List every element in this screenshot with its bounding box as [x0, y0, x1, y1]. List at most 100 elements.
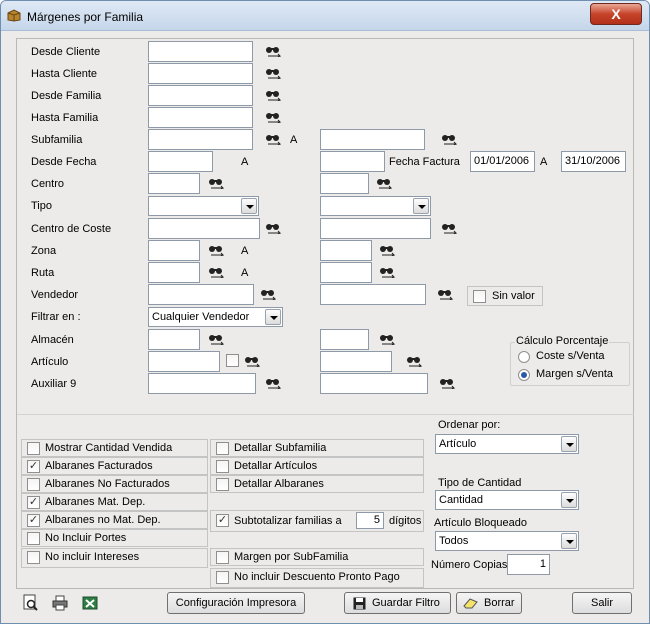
desde-auxiliar9-input[interactable] — [148, 373, 256, 394]
hasta-vendedor-input[interactable] — [320, 284, 426, 305]
binoculars-icon[interactable] — [441, 222, 459, 234]
option-checkbox[interactable] — [216, 442, 229, 455]
fecha-factura-hasta-input[interactable]: 31/10/2006 — [561, 151, 626, 172]
tipo-cantidad-select[interactable]: Cantidad — [435, 490, 579, 510]
option-checkbox[interactable] — [216, 571, 229, 584]
chevron-down-icon[interactable] — [561, 436, 577, 452]
option-row[interactable]: Margen por SubFamilia — [210, 548, 424, 566]
binoculars-icon[interactable] — [208, 333, 226, 345]
binoculars-icon[interactable] — [260, 288, 278, 300]
binoculars-icon[interactable] — [208, 266, 226, 278]
binoculars-icon[interactable] — [379, 244, 397, 256]
hasta-centro-input[interactable] — [320, 173, 369, 194]
desde-tipo-select[interactable] — [148, 196, 259, 216]
binoculars-icon[interactable] — [265, 89, 283, 101]
binoculars-icon[interactable] — [244, 355, 262, 367]
hasta-tipo-select[interactable] — [320, 196, 431, 216]
binoculars-icon[interactable] — [265, 45, 283, 57]
salir-button[interactable]: Salir — [572, 592, 632, 614]
option-row[interactable]: No incluir Descuento Pronto Pago — [210, 568, 424, 588]
option-row[interactable]: Mostrar Cantidad Vendida — [21, 439, 208, 457]
desde-centro-input[interactable] — [148, 173, 200, 194]
chevron-down-icon[interactable] — [561, 492, 577, 508]
desde-fecha-input[interactable] — [148, 151, 213, 172]
subtotal-digits-input[interactable]: 5 — [356, 512, 384, 529]
desde-articulo-input[interactable] — [148, 351, 220, 372]
option-row[interactable]: Detallar Subfamilia — [210, 439, 424, 457]
binoculars-icon[interactable] — [376, 177, 394, 189]
printer-icon[interactable] — [51, 594, 69, 612]
desde-centro-coste-input[interactable] — [148, 218, 260, 239]
binoculars-icon[interactable] — [437, 288, 455, 300]
option-row[interactable]: Albaranes No Facturados — [21, 475, 208, 493]
excel-export-icon[interactable] — [81, 594, 99, 612]
coste-radio[interactable] — [518, 351, 530, 363]
option-checkbox[interactable]: ✓ — [216, 514, 229, 527]
hasta-zona-input[interactable] — [320, 240, 372, 261]
option-row[interactable]: ✓ Albaranes Facturados — [21, 457, 208, 475]
option-checkbox[interactable] — [27, 532, 40, 545]
articulo-checkbox[interactable] — [226, 354, 239, 367]
hasta-ruta-input[interactable] — [320, 262, 372, 283]
desde-subfamilia-input[interactable] — [148, 129, 253, 150]
option-checkbox[interactable]: ✓ — [27, 496, 40, 509]
numero-copias-input[interactable]: 1 — [507, 554, 550, 575]
option-checkbox[interactable]: ✓ — [27, 460, 40, 473]
binoculars-icon[interactable] — [265, 133, 283, 145]
option-row[interactable]: Detallar Artículos — [210, 457, 424, 475]
option-row[interactable]: No incluir Intereses — [21, 548, 208, 568]
option-checkbox[interactable] — [27, 442, 40, 455]
hasta-fecha-input[interactable] — [320, 151, 385, 172]
hasta-familia-input[interactable] — [148, 107, 253, 128]
desde-cliente-input[interactable] — [148, 41, 253, 62]
hasta-almacen-input[interactable] — [320, 329, 369, 350]
hasta-auxiliar9-input[interactable] — [320, 373, 428, 394]
articulo-bloqueado-select[interactable]: Todos — [435, 531, 579, 551]
option-checkbox[interactable] — [216, 478, 229, 491]
desde-almacen-input[interactable] — [148, 329, 200, 350]
hasta-articulo-input[interactable] — [320, 351, 392, 372]
option-row[interactable]: No Incluir Portes — [21, 529, 208, 547]
borrar-button[interactable]: Borrar — [456, 592, 522, 614]
desde-zona-input[interactable] — [148, 240, 200, 261]
option-checkbox[interactable] — [27, 478, 40, 491]
option-checkbox[interactable] — [27, 551, 40, 564]
hasta-subfamilia-input[interactable] — [320, 129, 425, 150]
close-button[interactable]: X — [590, 3, 642, 25]
print-preview-icon[interactable] — [21, 594, 39, 612]
option-checkbox[interactable] — [216, 551, 229, 564]
binoculars-icon[interactable] — [379, 333, 397, 345]
sin-valor-checkbox[interactable] — [473, 290, 486, 303]
desde-ruta-input[interactable] — [148, 262, 200, 283]
binoculars-icon[interactable] — [379, 266, 397, 278]
fecha-factura-desde-input[interactable]: 01/01/2006 — [470, 151, 535, 172]
binoculars-icon[interactable] — [441, 133, 459, 145]
filtrar-en-select[interactable]: Cualquier Vendedor — [148, 307, 283, 327]
binoculars-icon[interactable] — [208, 244, 226, 256]
binoculars-icon[interactable] — [265, 377, 283, 389]
binoculars-icon[interactable] — [265, 222, 283, 234]
chevron-down-icon[interactable] — [561, 533, 577, 549]
binoculars-icon[interactable] — [265, 111, 283, 123]
binoculars-icon[interactable] — [406, 355, 424, 367]
title-bar[interactable]: Márgenes por Familia X — [1, 1, 649, 31]
option-row[interactable]: ✓ Subtotalizar familias a 5 dígitos — [210, 510, 424, 532]
binoculars-icon[interactable] — [439, 377, 457, 389]
desde-familia-input[interactable] — [148, 85, 253, 106]
binoculars-icon[interactable] — [265, 67, 283, 79]
desde-vendedor-input[interactable] — [148, 284, 254, 305]
option-row[interactable]: ✓ Albaranes no Mat. Dep. — [21, 511, 208, 529]
hasta-cliente-input[interactable] — [148, 63, 253, 84]
option-row[interactable]: Detallar Albaranes — [210, 475, 424, 493]
chevron-down-icon[interactable] — [265, 309, 281, 325]
margen-radio[interactable] — [518, 369, 530, 381]
chevron-down-icon[interactable] — [413, 198, 429, 214]
chevron-down-icon[interactable] — [241, 198, 257, 214]
guardar-filtro-button[interactable]: Guardar Filtro — [344, 592, 451, 614]
option-checkbox[interactable]: ✓ — [27, 514, 40, 527]
option-checkbox[interactable] — [216, 460, 229, 473]
option-row[interactable]: ✓ Albaranes Mat. Dep. — [21, 493, 208, 511]
configuracion-impresora-button[interactable]: Configuración Impresora — [167, 592, 305, 614]
ordenar-select[interactable]: Artículo — [435, 434, 579, 454]
binoculars-icon[interactable] — [208, 177, 226, 189]
